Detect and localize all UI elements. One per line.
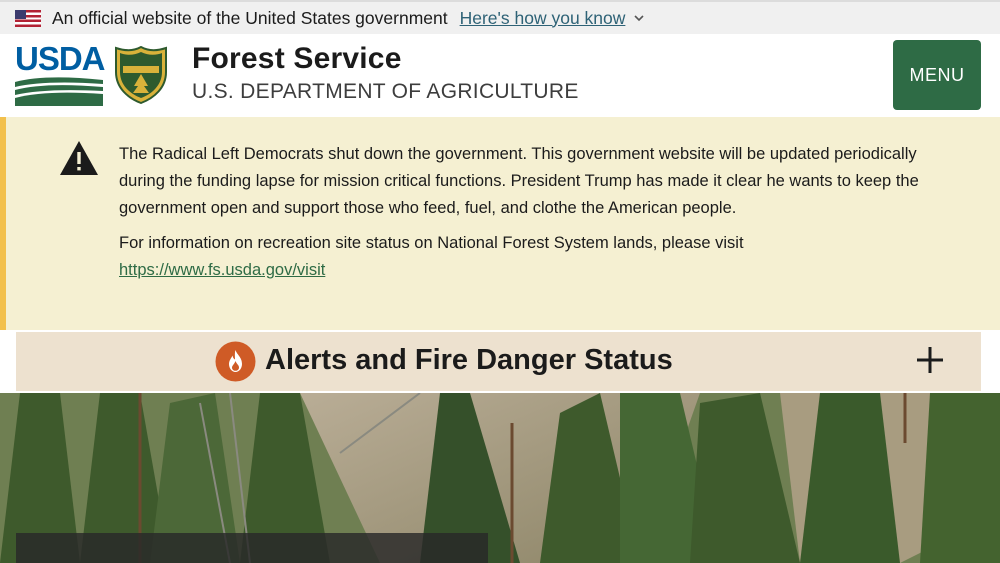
forest-service-shield-icon[interactable] [114, 46, 168, 104]
alert-recreation-text: For information on recreation site statu… [119, 234, 744, 252]
shutdown-alert: The Radical Left Democrats shut down the… [0, 117, 1000, 330]
usda-logo[interactable]: USDA [15, 42, 106, 106]
fire-icon [215, 341, 256, 382]
gov-banner-text: An official website of the United States… [52, 7, 448, 28]
warning-triangle-icon [60, 141, 98, 175]
us-flag-icon [15, 9, 41, 27]
visit-link[interactable]: https://www.fs.usda.gov/visit [119, 261, 325, 279]
plus-icon[interactable] [917, 347, 943, 373]
site-subtitle: U.S. DEPARTMENT OF AGRICULTURE [192, 80, 579, 103]
chevron-down-icon[interactable] [633, 12, 645, 24]
site-header: USDA Forest Service U.S. DEPARTMENT OF A… [0, 34, 1000, 117]
alert-message: The Radical Left Democrats shut down the… [119, 145, 919, 217]
site-title[interactable]: Forest Service [192, 42, 402, 76]
hero-caption-card [16, 533, 488, 563]
fire-danger-accordion[interactable]: Alerts and Fire Danger Status [16, 332, 981, 391]
menu-button[interactable]: MENU [893, 40, 981, 110]
alert-recreation-info: For information on recreation site statu… [119, 230, 919, 284]
fire-status-title: Alerts and Fire Danger Status [265, 344, 673, 376]
usda-waves-icon [15, 77, 103, 106]
heres-how-you-know-link[interactable]: Here's how you know [460, 8, 626, 29]
hero-forest-image [0, 393, 1000, 563]
gov-banner: An official website of the United States… [0, 0, 1000, 34]
